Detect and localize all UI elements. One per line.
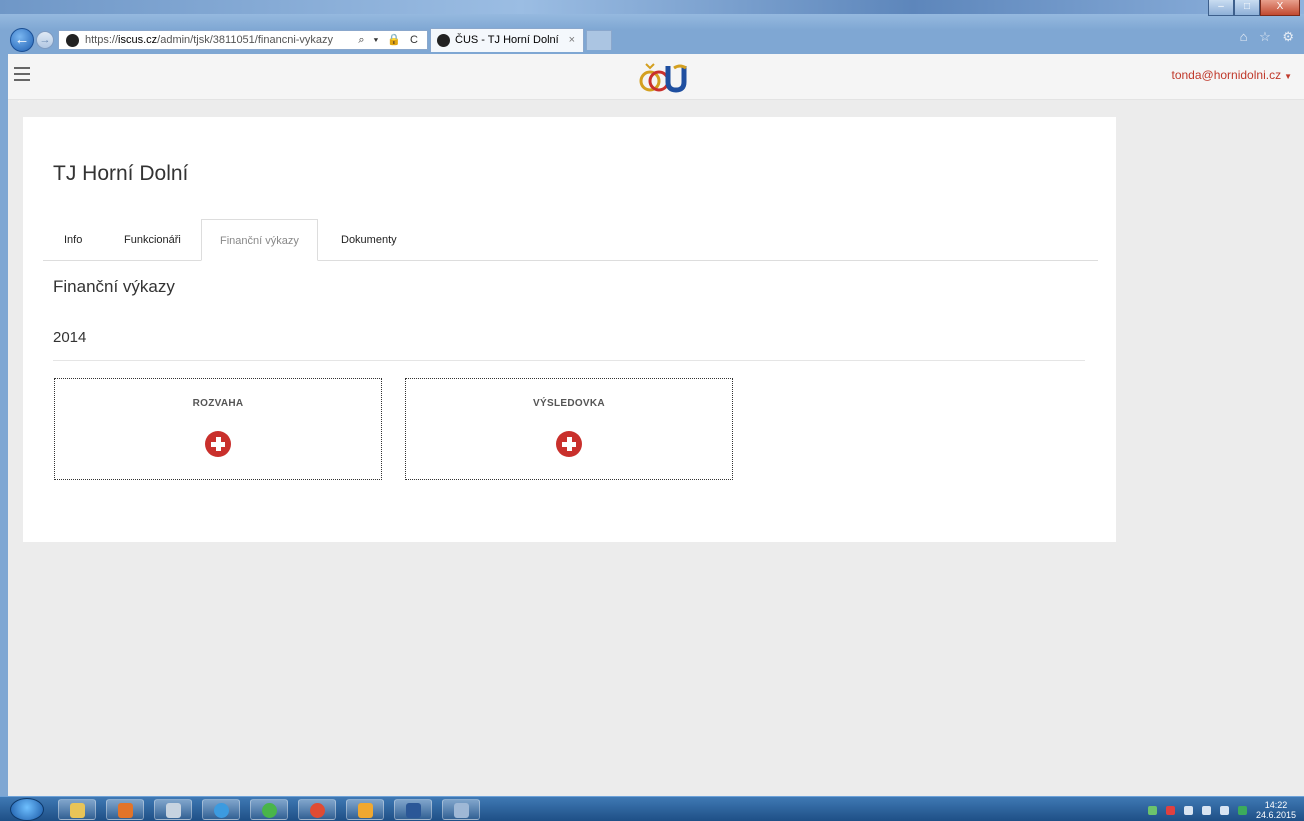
report-label: ROZVAHA — [192, 398, 244, 409]
tab-title: ČUS - TJ Horní Dolní — [455, 34, 559, 46]
report-card-vysledovka[interactable]: VÝSLEDOVKA — [405, 378, 733, 480]
title-bar — [0, 0, 1304, 14]
taskbar-paint[interactable] — [442, 799, 480, 820]
media-player-icon — [118, 803, 133, 818]
internet-explorer-icon — [214, 803, 229, 818]
tab-financni-vykazy[interactable]: Finanční výkazy — [201, 219, 318, 261]
clock[interactable]: 14:22 24.6.2015 — [1256, 800, 1296, 820]
user-email[interactable]: tonda@hornidolni.cz — [1171, 68, 1281, 82]
outlook-icon — [358, 803, 373, 818]
taskbar-explorer[interactable] — [58, 799, 96, 820]
hamburger-menu-icon[interactable] — [14, 67, 30, 81]
tray-volume-icon[interactable] — [1165, 805, 1175, 815]
tab-favicon-icon — [437, 34, 450, 47]
app-header: tonda@hornidolni.cz ▼ — [8, 54, 1304, 100]
system-tray: 14:22 24.6.2015 — [1147, 800, 1296, 820]
tray-display-icon[interactable] — [1201, 805, 1211, 815]
word-icon — [406, 803, 421, 818]
browser-toolbar-icons[interactable]: ⌂ ☆ ⚙ — [1240, 29, 1298, 45]
paint-icon — [454, 803, 469, 818]
close-window-button[interactable]: X — [1260, 0, 1300, 16]
taskbar-app[interactable] — [250, 799, 288, 820]
cus-logo — [639, 63, 687, 93]
section-title: Finanční výkazy — [53, 277, 175, 296]
taskbar-chrome[interactable] — [298, 799, 336, 820]
tab-dokumenty[interactable]: Dokumenty — [341, 219, 397, 261]
url-host: iscus.cz — [118, 34, 158, 46]
clock-date: 24.6.2015 — [1255, 810, 1296, 820]
tray-flag-icon[interactable] — [1183, 805, 1193, 815]
address-tools[interactable]: ⌕ ▾ 🔒 C — [358, 31, 421, 49]
tab-funkcionari[interactable]: Funkcionáři — [124, 219, 181, 261]
tray-speaker-icon[interactable] — [1219, 805, 1229, 815]
site-favicon-icon — [66, 34, 79, 47]
tab-info[interactable]: Info — [64, 219, 82, 261]
browser-tab[interactable]: ČUS - TJ Horní Dolní × — [430, 28, 584, 52]
calculator-icon — [166, 803, 181, 818]
windows-taskbar: 14:22 24.6.2015 — [0, 796, 1304, 821]
taskbar-calculator[interactable] — [154, 799, 192, 820]
tab-close-icon[interactable]: × — [569, 29, 575, 51]
maximize-button[interactable]: □ — [1234, 0, 1260, 16]
new-tab-button[interactable] — [586, 30, 612, 50]
chrome-icon — [310, 803, 325, 818]
add-rozvaha-icon[interactable] — [205, 431, 231, 457]
clock-time: 14:22 — [1264, 800, 1288, 810]
url-protocol: https:// — [85, 34, 119, 46]
page-viewport: tonda@hornidolni.cz ▼ TJ Horní Dolní Info… — [8, 54, 1304, 796]
divider — [53, 360, 1085, 361]
start-button[interactable] — [10, 798, 44, 821]
window-controls: – □ X — [1208, 0, 1300, 16]
minimize-button[interactable]: – — [1208, 0, 1234, 16]
address-bar[interactable]: https://iscus.cz/admin/tjsk/3811051/fina… — [58, 30, 428, 50]
user-menu[interactable]: tonda@hornidolni.cz ▼ — [1171, 68, 1292, 82]
caret-down-icon: ▼ — [1284, 72, 1292, 81]
taskbar-media[interactable] — [106, 799, 144, 820]
app-icon — [262, 803, 277, 818]
year-heading: 2014 — [53, 329, 87, 346]
back-icon[interactable]: ← — [10, 28, 34, 52]
url-path: /admin/tjsk/3811051/financni-vykazy — [157, 34, 334, 46]
folder-icon — [70, 803, 85, 818]
taskbar-ie[interactable] — [202, 799, 240, 820]
taskbar-outlook[interactable] — [346, 799, 384, 820]
forward-icon[interactable]: → — [36, 31, 54, 49]
browser-navbar: ← → https://iscus.cz/admin/tjsk/3811051/… — [0, 24, 1304, 54]
content-card: TJ Horní Dolní Info Funkcionáři Finanční… — [23, 117, 1116, 542]
report-card-rozvaha[interactable]: ROZVAHA — [54, 378, 382, 480]
tab-bar: Info Funkcionáři Finanční výkazy Dokumen… — [43, 219, 1098, 261]
report-label: VÝSLEDOVKA — [533, 398, 605, 409]
add-vysledovka-icon[interactable] — [556, 431, 582, 457]
page-title: TJ Horní Dolní — [53, 162, 189, 185]
tray-drive-icon[interactable] — [1237, 805, 1247, 815]
taskbar-word[interactable] — [394, 799, 432, 820]
tray-network-icon[interactable] — [1147, 805, 1157, 815]
